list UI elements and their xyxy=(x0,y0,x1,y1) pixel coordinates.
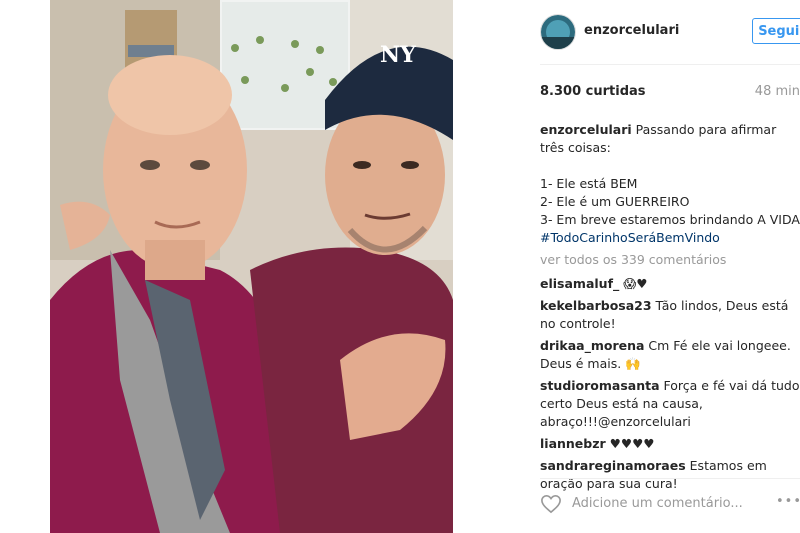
comment-username[interactable]: elisamaluf_ xyxy=(540,276,619,291)
post-sidebar: enzorcelulari Seguir 8.300 curtidas 48 m… xyxy=(524,0,800,533)
comment-item: liannebzr ♥♥♥♥ xyxy=(540,435,800,453)
comment-item: kekelbarbosa23 Tão lindos, Deus está no … xyxy=(540,297,800,333)
comment-username[interactable]: studioromasanta xyxy=(540,378,660,393)
likes-count[interactable]: 8.300 curtidas xyxy=(540,84,646,99)
comment-item: elisamaluf_ 😱♥ xyxy=(540,275,800,293)
comment-item: drikaa_morena Cm Fé ele vai longeee. Deu… xyxy=(540,337,800,373)
comment-text: ♥♥♥♥ xyxy=(609,436,655,451)
avatar-image xyxy=(541,15,575,49)
heart-outline-icon[interactable] xyxy=(540,494,562,518)
comment-bar: Adicione um comentário... ••• xyxy=(540,490,800,520)
comment-item: sandrareginamoraes Estamos em oração par… xyxy=(540,457,800,493)
caption: enzorcelulari Passando para afirmar três… xyxy=(540,121,800,247)
comment-username[interactable]: liannebzr xyxy=(540,436,606,451)
post-time: 48 min xyxy=(754,84,800,99)
divider xyxy=(540,478,800,479)
comment-item: studioromasanta Força e fé vai dá tudo c… xyxy=(540,377,800,431)
add-comment-input[interactable]: Adicione um comentário... xyxy=(572,496,743,511)
avatar[interactable] xyxy=(540,14,576,50)
comment-username[interactable]: sandrareginamoraes xyxy=(540,458,686,473)
caption-username[interactable]: enzorcelulari xyxy=(540,122,632,137)
comment-text: 😱♥ xyxy=(623,276,648,291)
follow-button[interactable]: Seguir xyxy=(752,18,800,44)
header-username[interactable]: enzorcelulari xyxy=(584,23,679,38)
comment-username[interactable]: kekelbarbosa23 xyxy=(540,298,652,313)
caption-hashtag[interactable]: #TodoCarinhoSeráBemVindo xyxy=(540,230,720,245)
caption-text: Passando para afirmar três coisas: 1- El… xyxy=(540,122,800,227)
svg-text:NY: NY xyxy=(380,42,416,68)
photo-illustration: NY xyxy=(50,0,453,533)
post-stats: 8.300 curtidas 48 min xyxy=(540,84,800,99)
comments-section: enzorcelulari Passando para afirmar três… xyxy=(540,121,800,497)
post-photo[interactable]: NY xyxy=(50,0,453,533)
more-dots-icon[interactable]: ••• xyxy=(776,494,800,509)
post-header: enzorcelulari Seguir xyxy=(540,14,800,50)
comment-username[interactable]: drikaa_morena xyxy=(540,338,644,353)
see-all-comments-link[interactable]: ver todos os 339 comentários xyxy=(540,251,800,269)
divider xyxy=(540,64,800,65)
